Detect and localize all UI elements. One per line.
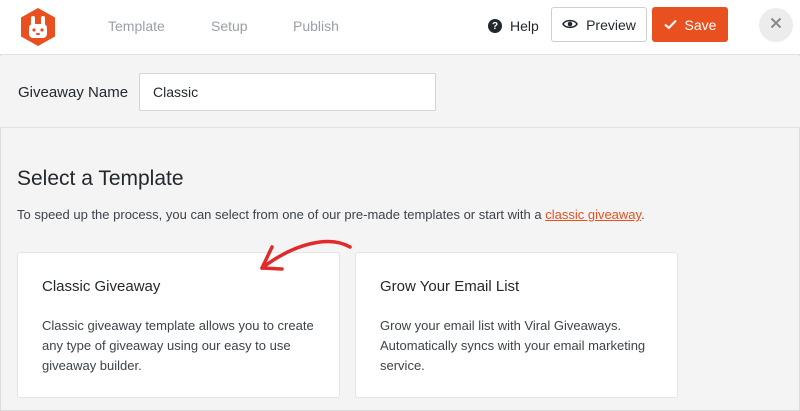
close-button[interactable]	[759, 8, 793, 42]
tab-setup[interactable]: Setup	[211, 18, 248, 34]
giveaway-name-bar: Giveaway Name	[0, 56, 800, 128]
page-title: Select a Template	[17, 167, 184, 190]
save-button[interactable]: Save	[652, 7, 728, 42]
intro-text-body: To speed up the process, you can select …	[17, 207, 546, 222]
help-link[interactable]: ? Help	[488, 16, 539, 36]
preview-button[interactable]: Preview	[551, 7, 647, 42]
intro-text-end: .	[641, 207, 645, 222]
tab-template[interactable]: Template	[108, 18, 165, 34]
template-card-title: Grow Your Email List	[380, 278, 520, 295]
rabbit-logo-icon[interactable]	[18, 7, 58, 47]
template-card-grow-email-list[interactable]: Grow Your Email List Grow your email lis…	[355, 252, 678, 398]
intro-text: To speed up the process, you can select …	[17, 207, 645, 222]
check-icon	[663, 17, 677, 33]
question-circle-icon: ?	[488, 19, 502, 33]
annotation-arrow-icon	[260, 239, 352, 271]
template-card-description: Classic giveaway template allows you to …	[42, 318, 314, 373]
template-card-description: Grow your email list with Viral Giveaway…	[380, 318, 646, 373]
giveaway-name-label: Giveaway Name	[18, 84, 129, 101]
preview-label: Preview	[586, 16, 636, 33]
eye-icon	[562, 17, 579, 33]
giveaway-name-input[interactable]	[139, 73, 436, 111]
close-icon	[770, 16, 782, 34]
template-card-title: Classic Giveaway	[42, 278, 161, 295]
tab-publish[interactable]: Publish	[293, 18, 339, 34]
save-label: Save	[684, 16, 717, 33]
help-label: Help	[510, 18, 539, 34]
classic-giveaway-link[interactable]: classic giveaway	[545, 207, 641, 222]
top-bar: Template Setup Publish ? Help Preview Sa…	[0, 0, 800, 55]
